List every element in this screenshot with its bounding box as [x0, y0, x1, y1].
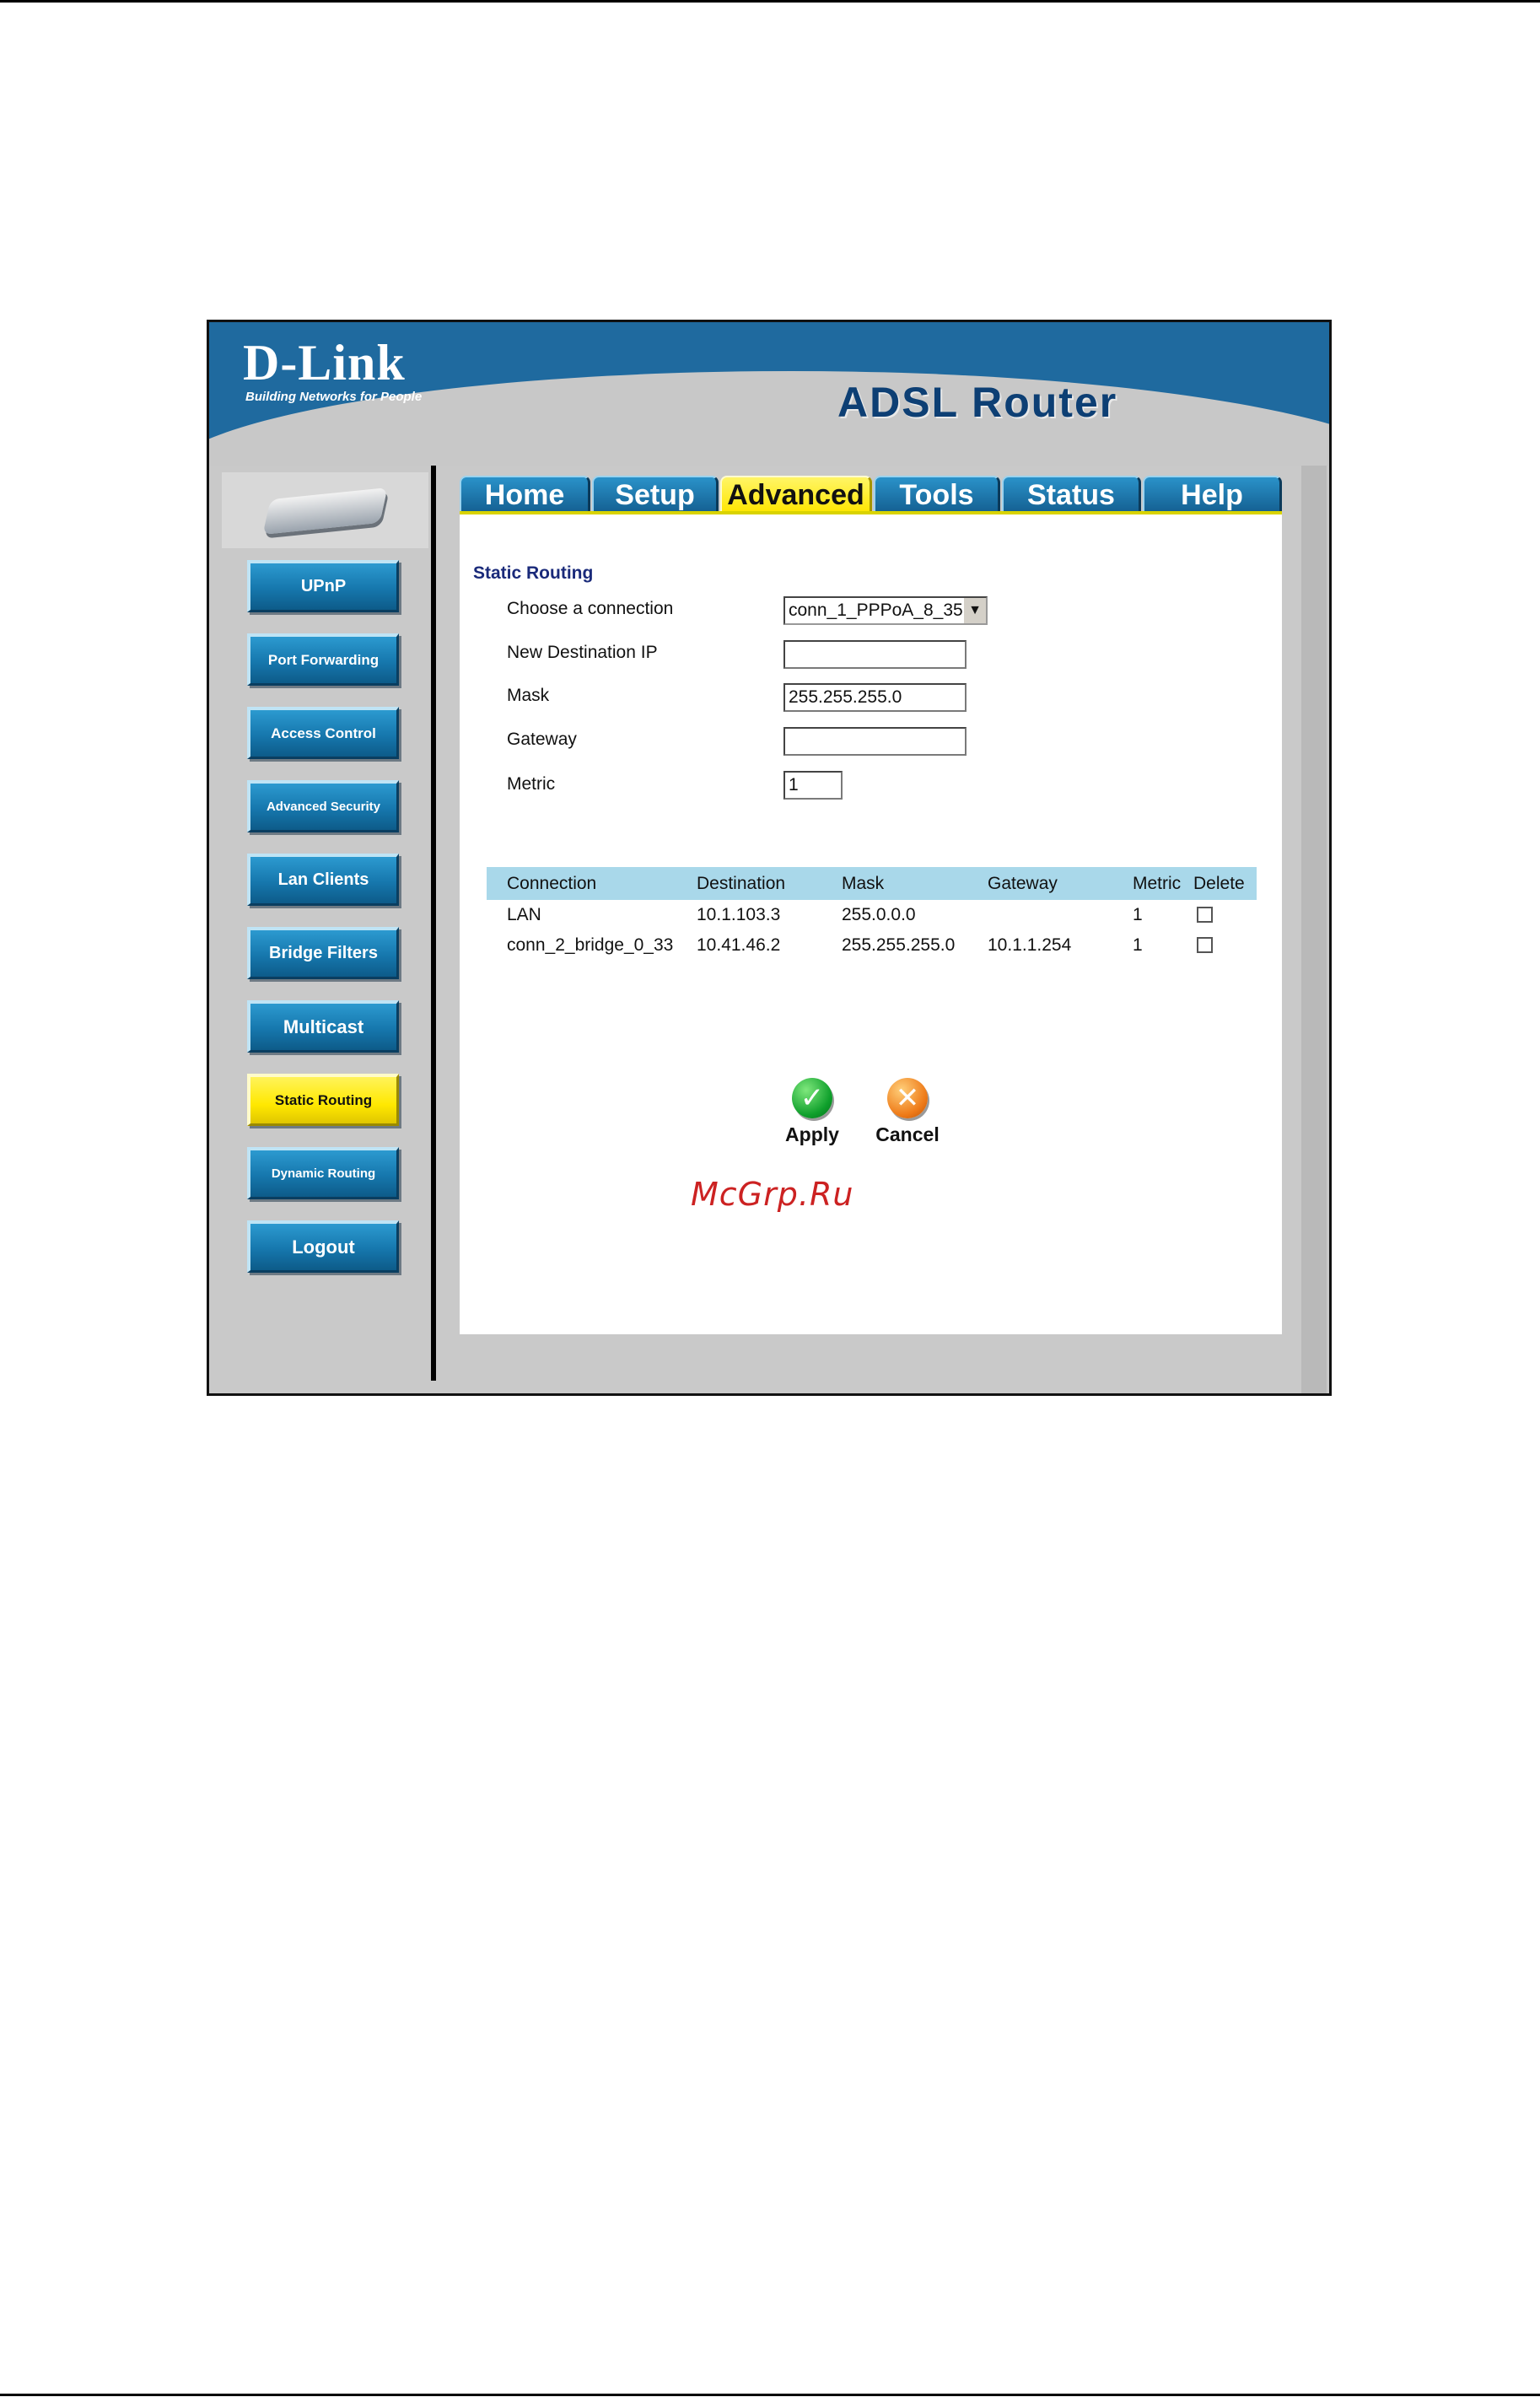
- chevron-down-icon[interactable]: ▼: [962, 598, 986, 623]
- main-tabs: Home Setup Advanced Tools Status Help: [460, 466, 1286, 513]
- connection-label: Choose a connection: [507, 599, 674, 618]
- header-banner: D-Link Building Networks for People ADSL…: [209, 322, 1329, 466]
- connection-select-value: conn_1_PPPoA_8_35: [789, 601, 963, 620]
- watermark-text: McGrp.Ru: [691, 1176, 854, 1213]
- row-delete-checkbox[interactable]: [1197, 937, 1213, 953]
- col-destination: Destination: [697, 874, 786, 893]
- tab-status[interactable]: Status: [1002, 476, 1141, 513]
- close-icon: ✕: [887, 1078, 928, 1118]
- tab-advanced[interactable]: Advanced: [720, 476, 872, 513]
- apply-button[interactable]: ✓ Apply: [778, 1078, 846, 1146]
- mask-input[interactable]: [783, 683, 967, 712]
- sidebar-item-bridge-filters[interactable]: Bridge Filters: [247, 927, 399, 979]
- col-metric: Metric: [1133, 874, 1182, 893]
- sidebar-divider: [431, 466, 436, 1381]
- metric-label: Metric: [507, 774, 556, 794]
- router-device-icon: [222, 472, 428, 548]
- sidebar-item-multicast[interactable]: Multicast: [247, 1000, 399, 1053]
- sidebar-item-static-routing[interactable]: Static Routing: [247, 1074, 399, 1126]
- sidebar-item-advanced-security[interactable]: Advanced Security: [247, 780, 399, 832]
- sidebar-item-port-forwarding[interactable]: Port Forwarding: [247, 633, 399, 686]
- page-bottom-rule: [0, 2394, 1540, 2396]
- sidebar-item-upnp[interactable]: UPnP: [247, 560, 399, 612]
- sidebar-item-logout[interactable]: Logout: [247, 1220, 399, 1273]
- cancel-button[interactable]: ✕ Cancel: [874, 1078, 941, 1146]
- gateway-label: Gateway: [507, 730, 577, 749]
- row-gateway: 10.1.1.254: [988, 935, 1072, 955]
- row-connection: conn_2_bridge_0_33: [507, 935, 674, 955]
- router-device-body: [262, 487, 388, 535]
- col-connection: Connection: [507, 874, 597, 893]
- metric-input[interactable]: [783, 771, 843, 800]
- checkmark-icon: ✓: [792, 1078, 832, 1118]
- row-destination: 10.41.46.2: [697, 935, 781, 955]
- router-admin-window: D-Link Building Networks for People ADSL…: [207, 320, 1332, 1396]
- col-gateway: Gateway: [988, 874, 1058, 893]
- logo-tagline: Building Networks for People: [245, 390, 423, 404]
- sidebar-item-access-control[interactable]: Access Control: [247, 707, 399, 759]
- section-title: Static Routing: [473, 563, 594, 583]
- mask-label: Mask: [507, 686, 550, 705]
- row-metric: 1: [1133, 935, 1143, 955]
- row-mask: 255.0.0.0: [842, 905, 916, 924]
- destination-ip-label: New Destination IP: [507, 643, 658, 662]
- tab-help[interactable]: Help: [1143, 476, 1282, 513]
- tab-setup[interactable]: Setup: [592, 476, 719, 513]
- apply-label: Apply: [785, 1123, 839, 1145]
- row-metric: 1: [1133, 905, 1143, 924]
- row-delete-checkbox[interactable]: [1197, 907, 1213, 923]
- row-connection: LAN: [507, 905, 541, 924]
- col-mask: Mask: [842, 874, 885, 893]
- routes-table-header: Connection Destination Mask Gateway Metr…: [487, 867, 1257, 900]
- connection-select[interactable]: conn_1_PPPoA_8_35 ▼: [783, 596, 988, 625]
- sidebar-item-lan-clients[interactable]: Lan Clients: [247, 854, 399, 906]
- tab-tools[interactable]: Tools: [874, 476, 1000, 513]
- tab-home[interactable]: Home: [460, 476, 590, 513]
- sidebar-item-dynamic-routing[interactable]: Dynamic Routing: [247, 1147, 399, 1199]
- right-scroll-strip: [1301, 466, 1327, 1393]
- page-top-rule: [0, 0, 1540, 3]
- static-routing-panel: Static Routing Choose a connection conn_…: [460, 514, 1282, 1334]
- gateway-input[interactable]: [783, 727, 967, 756]
- sidebar: UPnP Port Forwarding Access Control Adva…: [209, 466, 433, 1393]
- row-destination: 10.1.103.3: [697, 905, 781, 924]
- cancel-label: Cancel: [875, 1123, 940, 1145]
- product-title: ADSL Router: [837, 379, 1118, 426]
- col-delete: Delete: [1193, 874, 1245, 893]
- destination-ip-input[interactable]: [783, 640, 967, 669]
- row-mask: 255.255.255.0: [842, 935, 956, 955]
- dlink-logo: D-Link: [243, 335, 406, 391]
